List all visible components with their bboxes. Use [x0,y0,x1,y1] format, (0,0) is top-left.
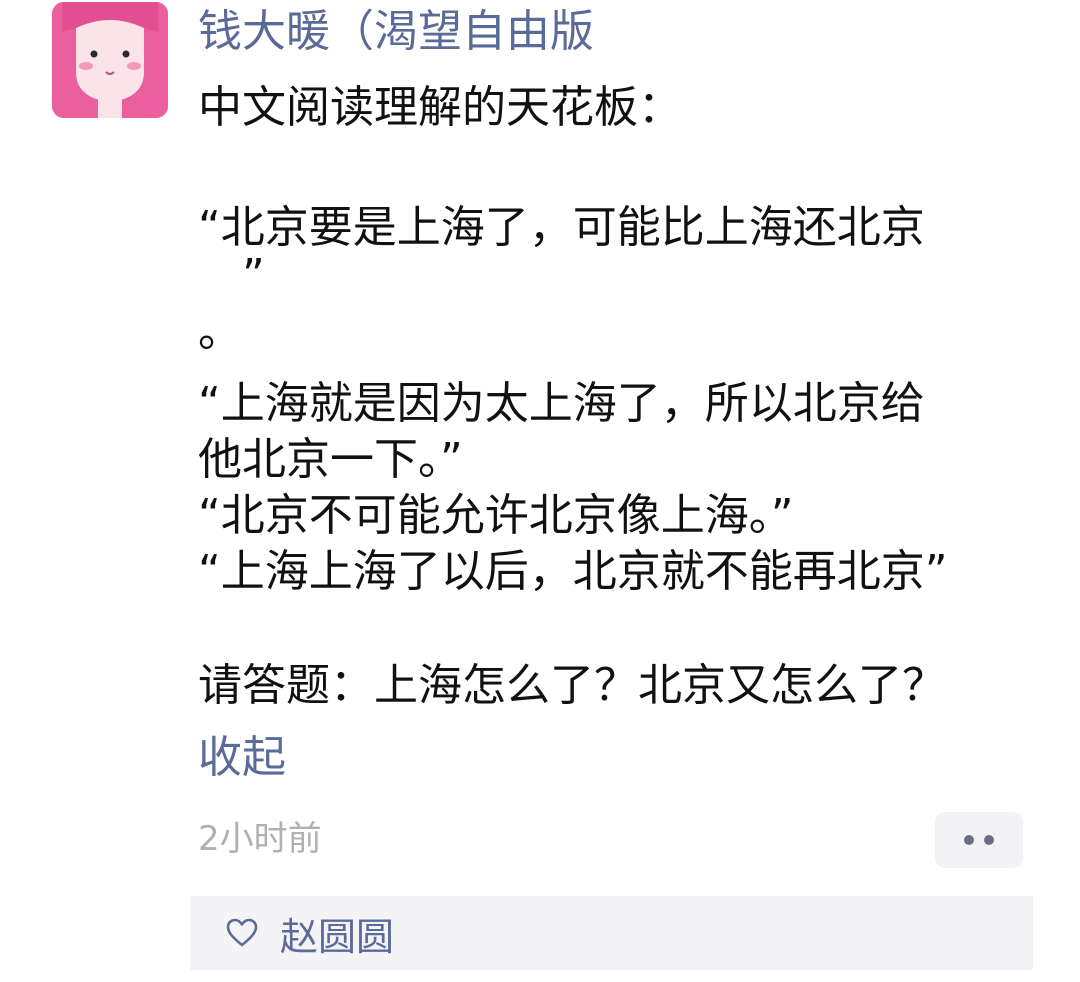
author-name[interactable]: 钱大暖（渴望自由版 [198,0,594,64]
timestamp: 2小时前 [198,819,322,859]
quote-1-line-1: “北京要是上海了，可能比上海还北京 [198,202,925,253]
more-dots-icon [964,835,974,845]
avatar[interactable] [52,2,168,118]
post-body: 中文阅读理解的天花板： “北京要是上海了，可能比上海还北京 ” 。 “上海就是因… [198,80,1018,714]
quote-1-line-3: 。 [198,306,242,357]
quote-1-line-2: ” [242,250,265,301]
quote-2-line-2: 他北京一下。” [198,434,463,485]
collapse-link[interactable]: 收起 [198,728,286,788]
heart-icon [226,918,258,947]
likes-bar: 赵圆圆 [190,896,1033,970]
quote-block: “北京要是上海了，可能比上海还北京 ” 。 “上海就是因为太上海了，所以北京给 … [198,200,1018,600]
quote-2-line-1: “上海就是因为太上海了，所以北京给 [198,378,925,429]
liker-name[interactable]: 赵圆圆 [280,906,394,961]
more-dots-icon [984,835,994,845]
quote-3: “北京不可能允许北京像上海。” [198,490,794,541]
quote-4: “上海上海了以后，北京就不能再北京” [198,546,948,597]
question-line: 请答题：上海怎么了？北京又怎么了？ [198,660,946,711]
post-line-intro: 中文阅读理解的天花板： [198,82,682,133]
cartoon-girl-avatar-icon [52,2,168,118]
more-button[interactable] [935,812,1023,868]
